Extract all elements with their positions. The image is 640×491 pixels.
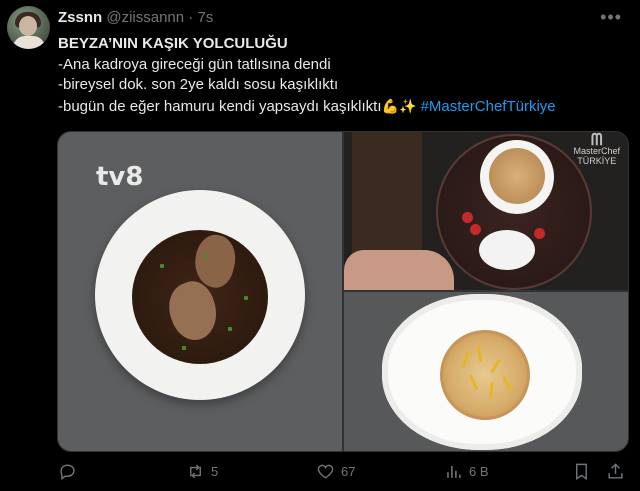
strawberry <box>534 228 545 239</box>
tweet-line: BEYZA’NIN KAŞIK YOLCULUĞU <box>58 35 288 52</box>
user-handle[interactable]: @ziissannn <box>106 9 184 26</box>
views-count: 6 B <box>469 464 489 479</box>
strawberry <box>470 224 481 235</box>
heart-icon <box>317 464 334 479</box>
tweet-line: -bugün de eğer hamuru kendi yapsaydı kaş… <box>58 97 382 115</box>
cream <box>479 230 535 270</box>
emoji: 💪✨ <box>381 97 417 114</box>
action-bar: 5 67 6 B <box>58 462 630 486</box>
herb <box>228 327 232 331</box>
tweet-text: BEYZA’NIN KAŞIK YOLCULUĞU -Ana kadroya g… <box>58 34 630 117</box>
views-icon <box>447 465 461 478</box>
display-name[interactable]: Zssnn <box>58 9 102 26</box>
tweet-line: -Ana kadroya gireceği gün tatlısına dend… <box>58 55 331 73</box>
herb <box>204 254 208 258</box>
media-image-soup[interactable]: tv8 <box>58 132 342 451</box>
timestamp[interactable]: 7s <box>197 9 213 26</box>
reply-icon <box>60 464 75 481</box>
retweet-button[interactable]: 5 <box>186 462 218 481</box>
views-button[interactable]: 6 B <box>444 462 489 481</box>
share-button[interactable] <box>606 462 625 481</box>
media-grid: tv8 ᗰ MasterChef TÜRKİYE <box>57 131 629 452</box>
hand <box>344 250 454 290</box>
bookmark-button[interactable] <box>572 462 591 481</box>
herb <box>160 264 164 268</box>
herb <box>244 296 248 300</box>
share-icon <box>608 463 623 479</box>
herb <box>182 346 186 350</box>
media-image-tart[interactable] <box>344 292 628 451</box>
hashtag-link[interactable]: #MasterChefTürkiye <box>421 98 556 115</box>
tweet-header: Zssnn @ziissannn · 7s <box>58 8 213 28</box>
souffle <box>489 148 545 204</box>
strawberry <box>462 212 473 223</box>
masterchef-logo: ᗰ MasterChef TÜRKİYE <box>573 132 620 167</box>
separator-dot: · <box>188 9 194 26</box>
like-count: 67 <box>341 464 356 479</box>
retweet-count: 5 <box>211 464 219 479</box>
tart <box>440 330 530 420</box>
tv8-logo: tv8 <box>96 162 144 192</box>
tweet-line-last: -bugün de eğer hamuru kendi yapsaydı kaş… <box>58 96 630 118</box>
retweet-icon <box>190 464 201 479</box>
avatar[interactable] <box>7 6 50 49</box>
bookmark-icon <box>576 463 587 480</box>
tweet-line: -bireysel dok. son 2ye kaldı sosu kaşıkl… <box>58 76 339 93</box>
like-button[interactable]: 67 <box>316 462 355 481</box>
reply-button[interactable] <box>58 462 77 481</box>
media-image-dessert[interactable]: ᗰ MasterChef TÜRKİYE <box>344 132 628 290</box>
more-options-icon[interactable]: ••• <box>600 8 622 26</box>
